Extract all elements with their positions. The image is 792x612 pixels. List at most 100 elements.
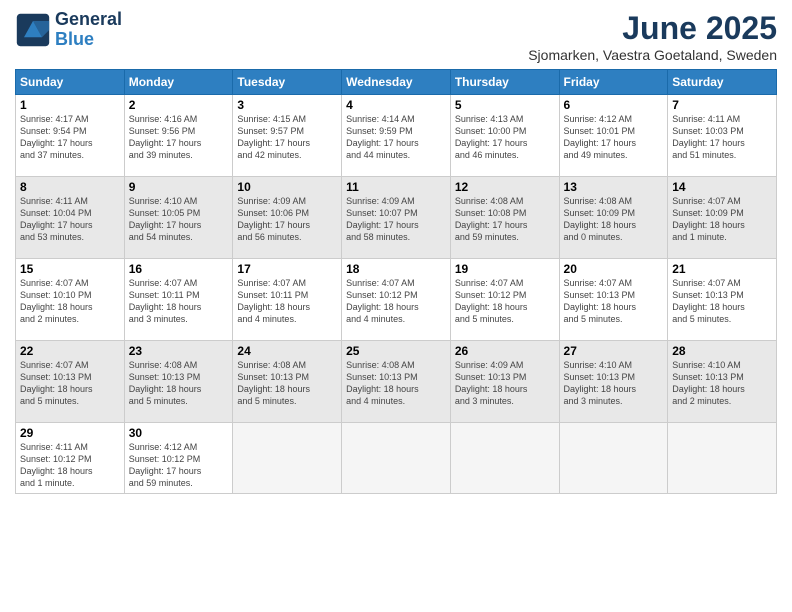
calendar-cell [450, 423, 559, 494]
day-number: 1 [20, 98, 120, 112]
day-info: Sunrise: 4:11 AM Sunset: 10:12 PM Daylig… [20, 441, 120, 490]
day-info: Sunrise: 4:07 AM Sunset: 10:11 PM Daylig… [237, 277, 337, 326]
calendar-cell: 16Sunrise: 4:07 AM Sunset: 10:11 PM Dayl… [124, 259, 233, 341]
calendar-cell: 2Sunrise: 4:16 AM Sunset: 9:56 PM Daylig… [124, 95, 233, 177]
day-number: 5 [455, 98, 555, 112]
header: General Blue June 2025 Sjomarken, Vaestr… [15, 10, 777, 63]
calendar-cell: 23Sunrise: 4:08 AM Sunset: 10:13 PM Dayl… [124, 341, 233, 423]
day-info: Sunrise: 4:13 AM Sunset: 10:00 PM Daylig… [455, 113, 555, 162]
day-number: 11 [346, 180, 446, 194]
calendar-cell: 8Sunrise: 4:11 AM Sunset: 10:04 PM Dayli… [16, 177, 125, 259]
day-info: Sunrise: 4:07 AM Sunset: 10:12 PM Daylig… [346, 277, 446, 326]
day-info: Sunrise: 4:07 AM Sunset: 10:10 PM Daylig… [20, 277, 120, 326]
day-info: Sunrise: 4:12 AM Sunset: 10:12 PM Daylig… [129, 441, 229, 490]
day-info: Sunrise: 4:15 AM Sunset: 9:57 PM Dayligh… [237, 113, 337, 162]
day-info: Sunrise: 4:11 AM Sunset: 10:03 PM Daylig… [672, 113, 772, 162]
logo-line1: General [55, 9, 122, 29]
day-info: Sunrise: 4:07 AM Sunset: 10:13 PM Daylig… [564, 277, 664, 326]
calendar-header-sunday: Sunday [16, 70, 125, 95]
day-info: Sunrise: 4:10 AM Sunset: 10:13 PM Daylig… [564, 359, 664, 408]
day-info: Sunrise: 4:11 AM Sunset: 10:04 PM Daylig… [20, 195, 120, 244]
day-info: Sunrise: 4:10 AM Sunset: 10:13 PM Daylig… [672, 359, 772, 408]
day-number: 4 [346, 98, 446, 112]
calendar-cell [233, 423, 342, 494]
day-info: Sunrise: 4:07 AM Sunset: 10:09 PM Daylig… [672, 195, 772, 244]
day-info: Sunrise: 4:09 AM Sunset: 10:07 PM Daylig… [346, 195, 446, 244]
day-info: Sunrise: 4:07 AM Sunset: 10:13 PM Daylig… [20, 359, 120, 408]
calendar-cell: 1Sunrise: 4:17 AM Sunset: 9:54 PM Daylig… [16, 95, 125, 177]
day-number: 8 [20, 180, 120, 194]
calendar-cell [342, 423, 451, 494]
logo-text: General Blue [55, 10, 122, 50]
calendar-cell: 25Sunrise: 4:08 AM Sunset: 10:13 PM Dayl… [342, 341, 451, 423]
day-number: 22 [20, 344, 120, 358]
calendar-header-monday: Monday [124, 70, 233, 95]
calendar-week-3: 15Sunrise: 4:07 AM Sunset: 10:10 PM Dayl… [16, 259, 777, 341]
day-number: 27 [564, 344, 664, 358]
calendar-cell [668, 423, 777, 494]
day-number: 18 [346, 262, 446, 276]
day-number: 25 [346, 344, 446, 358]
month-title: June 2025 [528, 10, 777, 47]
day-info: Sunrise: 4:08 AM Sunset: 10:13 PM Daylig… [237, 359, 337, 408]
day-info: Sunrise: 4:08 AM Sunset: 10:09 PM Daylig… [564, 195, 664, 244]
day-number: 23 [129, 344, 229, 358]
day-info: Sunrise: 4:07 AM Sunset: 10:12 PM Daylig… [455, 277, 555, 326]
calendar-cell: 20Sunrise: 4:07 AM Sunset: 10:13 PM Dayl… [559, 259, 668, 341]
calendar-cell: 24Sunrise: 4:08 AM Sunset: 10:13 PM Dayl… [233, 341, 342, 423]
day-info: Sunrise: 4:08 AM Sunset: 10:08 PM Daylig… [455, 195, 555, 244]
calendar-cell: 18Sunrise: 4:07 AM Sunset: 10:12 PM Dayl… [342, 259, 451, 341]
calendar-cell: 6Sunrise: 4:12 AM Sunset: 10:01 PM Dayli… [559, 95, 668, 177]
calendar-week-4: 22Sunrise: 4:07 AM Sunset: 10:13 PM Dayl… [16, 341, 777, 423]
calendar-week-1: 1Sunrise: 4:17 AM Sunset: 9:54 PM Daylig… [16, 95, 777, 177]
day-number: 13 [564, 180, 664, 194]
calendar-header-thursday: Thursday [450, 70, 559, 95]
logo: General Blue [15, 10, 122, 50]
calendar-cell: 4Sunrise: 4:14 AM Sunset: 9:59 PM Daylig… [342, 95, 451, 177]
calendar-cell: 30Sunrise: 4:12 AM Sunset: 10:12 PM Dayl… [124, 423, 233, 494]
calendar: SundayMondayTuesdayWednesdayThursdayFrid… [15, 69, 777, 494]
calendar-cell: 14Sunrise: 4:07 AM Sunset: 10:09 PM Dayl… [668, 177, 777, 259]
calendar-cell: 15Sunrise: 4:07 AM Sunset: 10:10 PM Dayl… [16, 259, 125, 341]
calendar-cell: 12Sunrise: 4:08 AM Sunset: 10:08 PM Dayl… [450, 177, 559, 259]
calendar-cell: 17Sunrise: 4:07 AM Sunset: 10:11 PM Dayl… [233, 259, 342, 341]
subtitle: Sjomarken, Vaestra Goetaland, Sweden [528, 47, 777, 63]
logo-icon [15, 12, 51, 48]
day-info: Sunrise: 4:09 AM Sunset: 10:13 PM Daylig… [455, 359, 555, 408]
calendar-cell: 29Sunrise: 4:11 AM Sunset: 10:12 PM Dayl… [16, 423, 125, 494]
day-number: 21 [672, 262, 772, 276]
day-info: Sunrise: 4:12 AM Sunset: 10:01 PM Daylig… [564, 113, 664, 162]
day-number: 28 [672, 344, 772, 358]
day-number: 20 [564, 262, 664, 276]
day-number: 29 [20, 426, 120, 440]
calendar-cell: 3Sunrise: 4:15 AM Sunset: 9:57 PM Daylig… [233, 95, 342, 177]
calendar-cell: 13Sunrise: 4:08 AM Sunset: 10:09 PM Dayl… [559, 177, 668, 259]
day-number: 2 [129, 98, 229, 112]
day-number: 24 [237, 344, 337, 358]
day-number: 16 [129, 262, 229, 276]
day-number: 30 [129, 426, 229, 440]
day-number: 12 [455, 180, 555, 194]
calendar-cell: 9Sunrise: 4:10 AM Sunset: 10:05 PM Dayli… [124, 177, 233, 259]
calendar-week-2: 8Sunrise: 4:11 AM Sunset: 10:04 PM Dayli… [16, 177, 777, 259]
logo-line2: Blue [55, 29, 94, 49]
calendar-cell [559, 423, 668, 494]
day-info: Sunrise: 4:07 AM Sunset: 10:13 PM Daylig… [672, 277, 772, 326]
day-number: 14 [672, 180, 772, 194]
page: General Blue June 2025 Sjomarken, Vaestr… [0, 0, 792, 612]
calendar-header-wednesday: Wednesday [342, 70, 451, 95]
calendar-header-tuesday: Tuesday [233, 70, 342, 95]
calendar-cell: 5Sunrise: 4:13 AM Sunset: 10:00 PM Dayli… [450, 95, 559, 177]
day-info: Sunrise: 4:10 AM Sunset: 10:05 PM Daylig… [129, 195, 229, 244]
calendar-cell: 11Sunrise: 4:09 AM Sunset: 10:07 PM Dayl… [342, 177, 451, 259]
calendar-cell: 10Sunrise: 4:09 AM Sunset: 10:06 PM Dayl… [233, 177, 342, 259]
calendar-header-saturday: Saturday [668, 70, 777, 95]
calendar-week-5: 29Sunrise: 4:11 AM Sunset: 10:12 PM Dayl… [16, 423, 777, 494]
calendar-header-friday: Friday [559, 70, 668, 95]
calendar-cell: 28Sunrise: 4:10 AM Sunset: 10:13 PM Dayl… [668, 341, 777, 423]
day-info: Sunrise: 4:07 AM Sunset: 10:11 PM Daylig… [129, 277, 229, 326]
day-number: 9 [129, 180, 229, 194]
day-number: 26 [455, 344, 555, 358]
calendar-header-row: SundayMondayTuesdayWednesdayThursdayFrid… [16, 70, 777, 95]
day-info: Sunrise: 4:17 AM Sunset: 9:54 PM Dayligh… [20, 113, 120, 162]
